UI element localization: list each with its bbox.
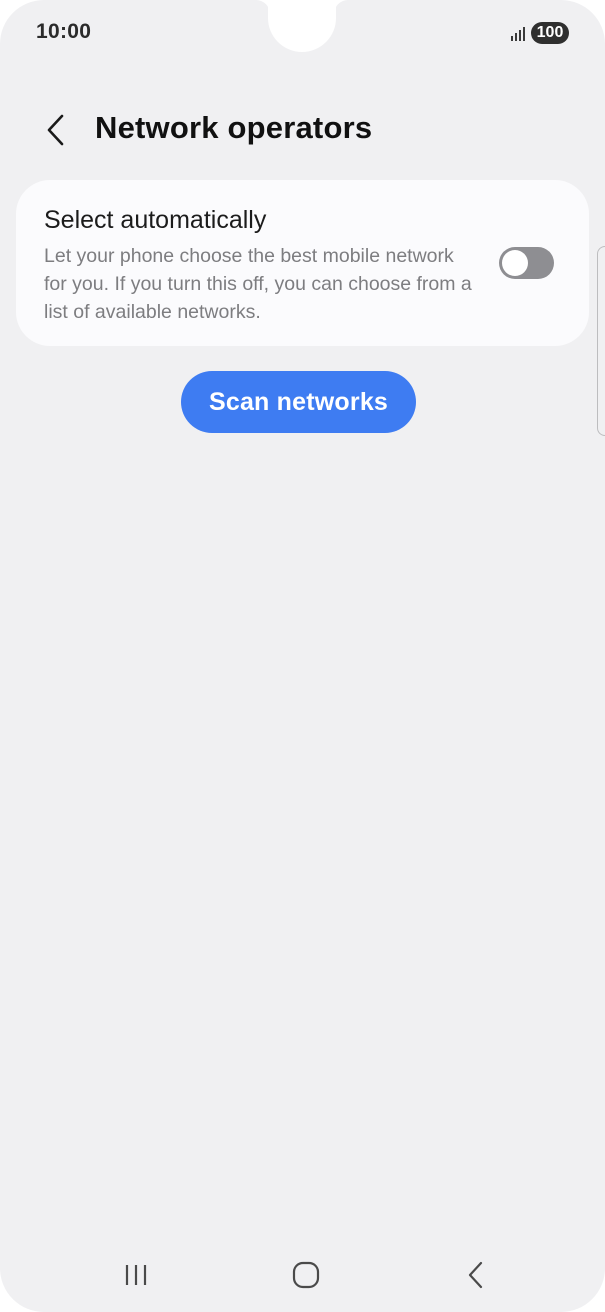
select-automatically-description: Let your phone choose the best mobile ne… xyxy=(44,245,472,323)
select-automatically-toggle[interactable] xyxy=(499,247,554,279)
select-automatically-title: Select automatically xyxy=(44,206,267,234)
phone-screen: 10:00 100 Network operators Select autom… xyxy=(0,0,605,1312)
back-icon xyxy=(468,1261,483,1289)
scan-networks-button[interactable]: Scan networks xyxy=(181,371,416,433)
page-title: Network operators xyxy=(95,110,373,145)
chevron-left-icon xyxy=(47,114,64,146)
signal-icon xyxy=(511,25,525,41)
toggle-knob xyxy=(502,250,528,276)
select-automatically-card[interactable]: Select automatically Let your phone choo… xyxy=(16,180,589,346)
camera-notch xyxy=(268,0,336,52)
notch-corner-right xyxy=(334,0,348,14)
battery-indicator: 100 xyxy=(531,22,569,44)
scroll-indicator[interactable] xyxy=(597,246,605,436)
nav-home-button[interactable] xyxy=(276,1255,336,1295)
nav-back-button[interactable] xyxy=(446,1255,506,1295)
home-icon xyxy=(292,1261,320,1289)
status-icons: 100 xyxy=(511,22,569,44)
recents-icon xyxy=(125,1265,147,1285)
nav-recents-button[interactable] xyxy=(106,1255,166,1295)
back-button[interactable] xyxy=(36,108,76,152)
status-time: 10:00 xyxy=(36,20,92,43)
